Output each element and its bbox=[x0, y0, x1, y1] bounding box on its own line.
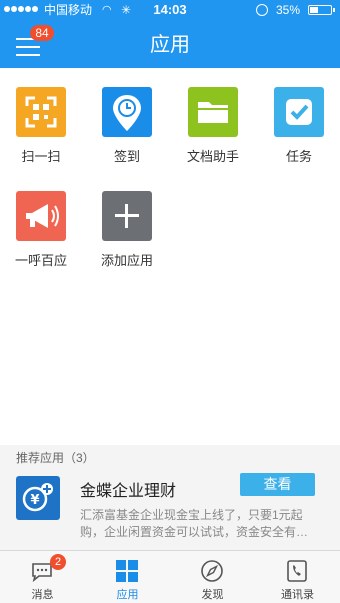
app-tile bbox=[16, 191, 66, 241]
tab-label: 消息 bbox=[31, 589, 54, 601]
app-doc-assistant[interactable]: 文档助手 bbox=[175, 87, 251, 167]
app-label: 扫一扫 bbox=[21, 149, 61, 164]
app-tile bbox=[274, 87, 324, 137]
battery-icon bbox=[308, 5, 335, 15]
app-tile bbox=[16, 87, 66, 137]
recommended-apps: 推荐应用（3） ¥ 金蝶企业理财 查看 汇添富基金企业现金宝上线了，只要1元起购… bbox=[0, 445, 340, 550]
tab-label: 应用 bbox=[116, 589, 139, 601]
recommended-app-icon[interactable]: ¥ bbox=[16, 476, 60, 520]
tab-contacts[interactable]: 通讯录 bbox=[255, 551, 340, 603]
megaphone-icon bbox=[26, 204, 59, 228]
app-label: 签到 bbox=[113, 149, 140, 164]
app-label: 添加应用 bbox=[100, 253, 153, 268]
battery-level bbox=[310, 7, 318, 13]
bottom-tab-bar: 2 消息 应用 发现 通讯录 bbox=[0, 550, 340, 603]
view-button[interactable]: 查看 bbox=[240, 473, 315, 496]
tab-discover[interactable]: 发现 bbox=[170, 551, 255, 603]
tab-label: 通讯录 bbox=[281, 589, 314, 601]
task-check-icon bbox=[286, 99, 312, 125]
tab-label: 发现 bbox=[201, 589, 224, 601]
svg-text:¥: ¥ bbox=[30, 493, 39, 508]
plus-icon bbox=[115, 204, 139, 228]
rotation-lock-icon bbox=[256, 4, 268, 16]
finance-coin-icon: ¥ bbox=[22, 483, 53, 512]
message-badge: 2 bbox=[50, 554, 66, 570]
recommended-header: 推荐应用（3） bbox=[16, 451, 95, 465]
app-tile bbox=[102, 191, 152, 241]
recommended-app-description: 汇添富基金企业现金宝上线了，只要1元起购，企业闲置资金可以试试，资金安全有… bbox=[80, 508, 309, 539]
battery-percent: 35% bbox=[276, 3, 301, 17]
scan-icon bbox=[25, 96, 57, 128]
app-scan[interactable]: 扫一扫 bbox=[3, 87, 79, 167]
app-checkin[interactable]: 签到 bbox=[89, 87, 165, 167]
tab-apps[interactable]: 应用 bbox=[85, 551, 170, 603]
apps-grid-icon bbox=[116, 560, 138, 582]
app-tile bbox=[102, 87, 152, 137]
add-app-button[interactable]: 添加应用 bbox=[89, 191, 165, 271]
app-task[interactable]: 任务 bbox=[261, 87, 337, 167]
status-bar: 中国移动 ◠ ✳ 14:03 35% bbox=[0, 0, 340, 20]
page-title: 应用 bbox=[150, 34, 190, 56]
contacts-icon bbox=[287, 560, 307, 582]
app-broadcast[interactable]: 一呼百应 bbox=[3, 191, 79, 271]
app-label: 任务 bbox=[285, 149, 312, 164]
app-tile bbox=[188, 87, 238, 137]
folder-icon bbox=[198, 102, 228, 123]
compass-icon bbox=[201, 560, 223, 582]
top-bar: 中国移动 ◠ ✳ 14:03 35% 84 应用 bbox=[0, 0, 340, 68]
tab-messages[interactable]: 2 消息 bbox=[0, 551, 85, 603]
recommended-app-name[interactable]: 金蝶企业理财 bbox=[80, 477, 176, 501]
app-label: 文档助手 bbox=[186, 149, 239, 164]
app-label: 一呼百应 bbox=[14, 253, 67, 268]
location-pin-icon bbox=[113, 95, 141, 131]
